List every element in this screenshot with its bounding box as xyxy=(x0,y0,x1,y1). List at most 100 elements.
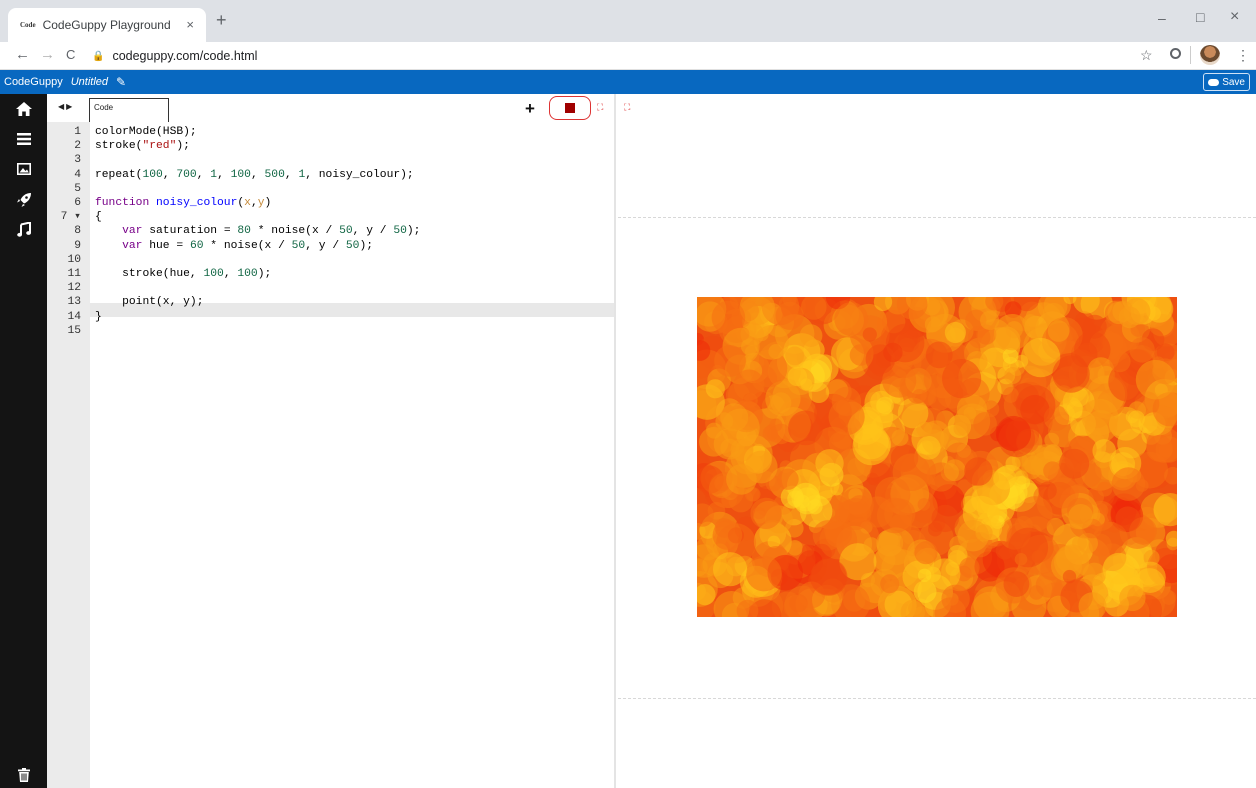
forward-button[interactable]: → xyxy=(40,47,55,63)
noise-blob xyxy=(712,520,743,550)
line-number: 11 xyxy=(67,268,81,280)
line-number: 14 xyxy=(67,310,81,323)
home-icon[interactable] xyxy=(0,102,47,121)
noise-blob xyxy=(1004,367,1022,384)
panel-toggle-arrows-icon[interactable]: ◀▶ xyxy=(58,102,74,111)
noise-blob xyxy=(945,561,960,576)
noise-blob xyxy=(1044,432,1060,448)
toolbar-divider xyxy=(1190,46,1191,64)
noise-blob xyxy=(917,568,932,582)
noise-blob xyxy=(1062,569,1077,584)
code-text: function noisy_colour(x,y) xyxy=(95,197,272,209)
fullscreen-editor-icon[interactable]: ⛶ xyxy=(597,102,603,113)
noise-blob xyxy=(959,557,980,578)
code-line[interactable]: 13 point(x, y); xyxy=(0,295,567,309)
noise-blob xyxy=(944,321,966,344)
edit-pencil-icon[interactable]: ✎ xyxy=(116,75,126,89)
noise-blob xyxy=(925,341,953,369)
noise-blob xyxy=(828,398,865,436)
noise-blob xyxy=(892,453,931,491)
noise-blob xyxy=(863,537,880,553)
code-line[interactable]: 4 repeat(100, 700, 1, 100, 500, 1, noisy_… xyxy=(0,168,567,182)
noise-blob xyxy=(994,314,1031,351)
line-number: 6 xyxy=(74,197,81,209)
code-line[interactable]: 11 stroke(hue, 100, 100); xyxy=(0,267,567,281)
line-number: 2 xyxy=(74,140,81,153)
code-line[interactable]: 7 ▾ { xyxy=(0,210,567,224)
browser-menu-icon[interactable]: ⋮ xyxy=(1236,47,1250,64)
line-number: 12 xyxy=(67,282,81,295)
line-number: 10 xyxy=(67,253,81,266)
line-number: 15 xyxy=(67,324,81,337)
noise-blob xyxy=(750,497,782,529)
noise-blob xyxy=(1135,359,1176,400)
noise-blob xyxy=(1119,584,1146,612)
extension-icon[interactable] xyxy=(1170,48,1181,59)
noise-blob xyxy=(852,427,891,466)
noise-blob xyxy=(916,435,941,460)
noise-blob xyxy=(834,302,869,336)
add-tab-button[interactable]: + xyxy=(525,99,535,119)
noise-blob xyxy=(705,379,725,399)
code-line[interactable]: 5 xyxy=(0,182,567,196)
maximize-button[interactable]: □ xyxy=(1196,9,1204,25)
editor-header: ◀▶ Code + ⛶ xyxy=(47,94,614,124)
code-line[interactable]: 3 xyxy=(0,153,567,167)
trash-icon[interactable] xyxy=(0,768,47,787)
window-close-button[interactable]: × xyxy=(1230,8,1239,26)
reload-button[interactable]: C xyxy=(66,47,75,63)
code-text: point(x, y); xyxy=(95,296,204,309)
cloud-icon xyxy=(1208,78,1220,86)
code-text: colorMode(HSB); xyxy=(95,126,197,138)
bookmark-star-icon[interactable]: ☆ xyxy=(1140,47,1153,64)
noise-blob xyxy=(866,472,879,485)
fullscreen-output-icon[interactable]: ⛶ xyxy=(624,102,630,113)
code-line[interactable]: 9 var hue = 60 * noise(x / 50, y / 50); xyxy=(0,239,567,253)
code-line[interactable]: 1 colorMode(HSB); xyxy=(0,125,567,139)
noise-blob xyxy=(1008,527,1049,568)
noise-blob xyxy=(815,449,844,478)
new-tab-button[interactable]: + xyxy=(216,11,227,29)
noise-blob xyxy=(726,464,757,495)
noise-blob xyxy=(1161,590,1177,605)
profile-avatar[interactable] xyxy=(1200,45,1220,65)
browser-tabstrip: Code CodeGuppy Playground × + – □ × xyxy=(0,0,1256,42)
lock-icon: 🔒 xyxy=(92,50,105,62)
back-button[interactable]: ← xyxy=(15,47,30,63)
code-line[interactable]: 6 function noisy_colour(x,y) xyxy=(0,196,567,210)
noise-blob xyxy=(1059,448,1090,479)
code-line[interactable]: 14} xyxy=(0,310,567,324)
output-top-border xyxy=(618,217,1256,218)
code-line[interactable]: 12 xyxy=(0,281,567,295)
noise-blob xyxy=(762,425,778,441)
noise-blob xyxy=(721,408,760,447)
code-line[interactable]: 15 xyxy=(0,324,567,338)
noise-blob xyxy=(775,301,804,330)
noise-blob xyxy=(785,346,804,366)
code-line[interactable]: 2 stroke("red"); xyxy=(0,139,567,153)
noise-blob xyxy=(876,497,913,534)
browser-tab[interactable]: Code CodeGuppy Playground × xyxy=(8,8,206,42)
address-bar[interactable]: 🔒 codeguppy.com/code.html xyxy=(92,45,1132,67)
code-line[interactable]: 8 var saturation = 80 * noise(x / 50, y … xyxy=(0,224,567,238)
noise-blob xyxy=(1081,398,1119,436)
code-text: repeat(100, 700, 1, 100, 500, 1, noisy_c… xyxy=(95,168,414,181)
noise-blob xyxy=(808,382,830,403)
stop-icon xyxy=(565,103,575,113)
noise-blob xyxy=(995,415,1032,452)
tab-close-icon[interactable]: × xyxy=(186,17,194,32)
line-number: 3 xyxy=(74,154,81,167)
save-button[interactable]: Save xyxy=(1203,73,1250,91)
code-text: var saturation = 80 * noise(x / 50, y / … xyxy=(122,225,421,238)
stop-button[interactable] xyxy=(549,96,591,120)
panel-divider[interactable] xyxy=(614,94,616,788)
noise-blob xyxy=(714,345,746,377)
code-line[interactable]: 10 xyxy=(0,253,567,267)
app-brand[interactable]: CodeGuppy xyxy=(4,76,63,88)
minimize-button[interactable]: – xyxy=(1158,10,1166,26)
tab-title: CodeGuppy Playground xyxy=(42,18,171,32)
tab-code[interactable]: Code xyxy=(89,98,169,124)
document-name[interactable]: Untitled xyxy=(71,76,108,88)
line-number: 4 xyxy=(74,168,81,181)
code-text: } xyxy=(95,310,102,323)
